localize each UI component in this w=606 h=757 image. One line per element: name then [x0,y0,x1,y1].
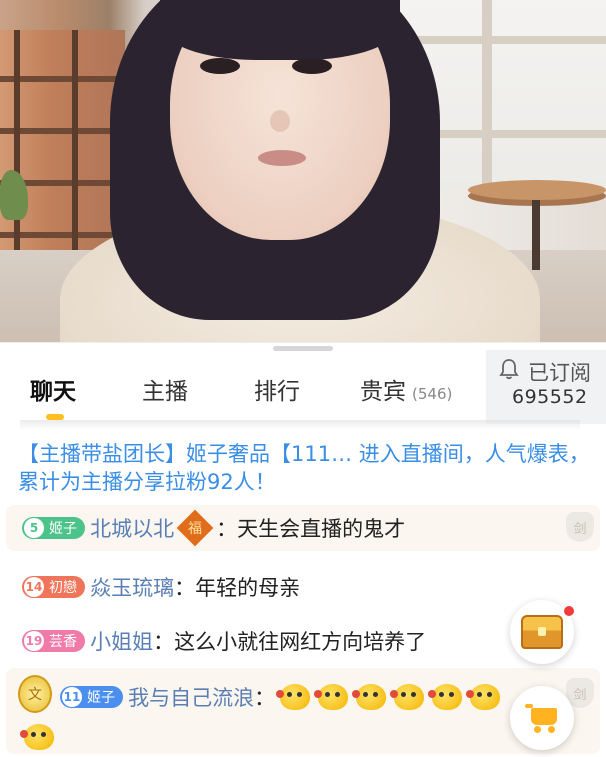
shopping-cart-icon [525,703,559,733]
badge-level: 14 [24,577,44,597]
clipped-message [20,420,580,430]
tab-guests[interactable]: 贵宾 (546) [360,372,452,406]
fan-badge[interactable]: 14 初戀 [22,576,85,598]
drag-handle[interactable] [273,346,333,351]
nickname[interactable]: 小姐姐 [90,630,153,654]
badge-level: 5 [24,518,44,538]
tab-host[interactable]: 主播 [142,372,188,406]
tiger-emoji-icon [352,684,387,710]
message-text: 这么小就往网红方向培养了 [174,630,427,654]
nickname[interactable]: 我与自己流浪 [128,686,254,710]
chat-message: 14 初戀 焱玉琉璃：年轻的母亲 [22,572,300,602]
system-message: 【主播带盐团长】姬子奢品【111… 进入直播间，人气爆表，累计为主播分享拉粉92… [18,442,590,494]
tiger-emoji-icon [20,724,54,750]
table [468,180,606,200]
fu-glyph: 福 [188,521,203,537]
shield-icon: 剑 [566,512,594,542]
noble-emblem-icon: 文 [18,675,52,713]
tiger-emoji-icon [466,684,501,710]
badge-name: 姬子 [49,521,77,537]
tiger-emoji-icon [314,684,349,710]
nickname[interactable]: 北城以北 [90,517,174,541]
guests-count: (546) [412,385,453,403]
message-text: 年轻的母亲 [195,576,301,600]
chat-message-continued [20,724,62,750]
badge-level: 11 [62,687,82,707]
fan-badge[interactable]: 11 姬子 [60,686,123,708]
badge-name: 姬子 [87,690,115,706]
subscriber-count: 695552 [512,386,588,408]
treasure-chest-icon [521,615,563,649]
tab-guests-label: 贵宾 [360,379,406,405]
tab-ranking[interactable]: 排行 [254,372,300,406]
badge-name: 芸香 [49,634,77,650]
live-video[interactable] [0,0,606,342]
tiger-emoji-icon [276,684,311,710]
badge-level: 19 [24,631,44,651]
chat-message: 5 姬子 北城以北福：天生会直播的鬼才 [22,509,406,547]
nickname[interactable]: 焱玉琉璃 [90,576,174,600]
fu-badge-icon: 福 [176,509,214,547]
tiger-emoji-icon [390,684,425,710]
bell-icon [499,359,519,380]
message-text: 天生会直播的鬼才 [237,517,406,541]
badge-name: 初戀 [49,580,77,596]
notification-dot [562,604,576,618]
fan-badge[interactable]: 19 芸香 [22,630,85,652]
chat-message: 11 姬子 我与自己流浪： [60,682,508,712]
shopping-cart-button[interactable] [510,686,574,750]
subscribe-label: 已订阅 [528,361,591,385]
tiger-emoji-icon [428,684,463,710]
tab-chat[interactable]: 聊天 [30,372,76,406]
fan-badge[interactable]: 5 姬子 [22,517,85,539]
chat-message: 19 芸香 小姐姐：这么小就往网红方向培养了 [22,626,426,656]
